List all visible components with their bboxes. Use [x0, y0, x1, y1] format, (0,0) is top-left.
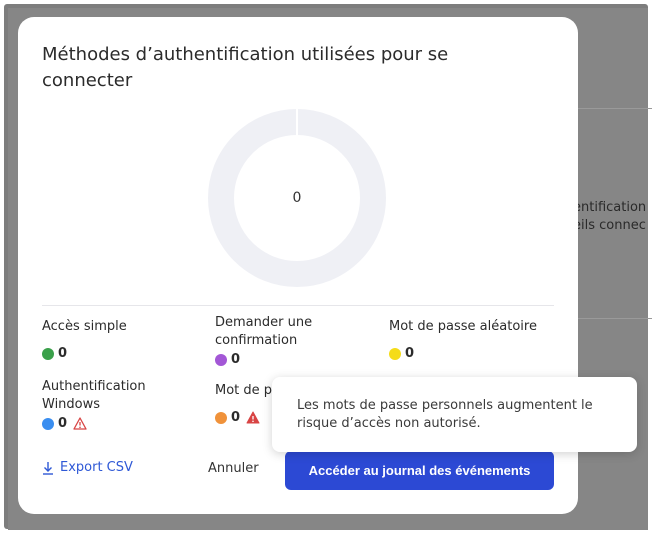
legend-item-authentification-windows: Authentification Windows 0 — [42, 378, 212, 431]
legend-label: Demander une confirmation — [215, 315, 313, 348]
legend-item-acces-simple: Accès simple 0 — [42, 318, 212, 361]
background-text: eils connec — [573, 218, 646, 233]
warning-filled-icon[interactable] — [246, 411, 260, 424]
legend-count: 0 — [58, 346, 68, 361]
legend-value-row: 0 — [42, 346, 212, 361]
warning-icon[interactable] — [73, 417, 87, 430]
yellow-dot-icon — [389, 347, 401, 360]
legend-label: Accès simple — [42, 319, 127, 334]
legend-label: Authentification Windows — [42, 379, 146, 412]
legend-count: 0 — [405, 346, 415, 361]
legend-value-row: 0 — [42, 416, 212, 431]
blue-dot-icon — [42, 417, 54, 430]
warning-tooltip: Les mots de passe personnels augmentent … — [272, 377, 637, 452]
background-divider — [568, 108, 652, 109]
open-event-log-button[interactable]: Accéder au journal des événements — [285, 451, 554, 490]
legend-divider — [42, 305, 554, 306]
donut-center-value: 0 — [292, 190, 302, 206]
dialog-title: Méthodes d’authentification utilisées po… — [42, 44, 449, 91]
background-text: entification — [573, 200, 647, 215]
green-dot-icon — [42, 347, 54, 360]
legend-count: 0 — [231, 410, 241, 425]
download-icon — [43, 461, 53, 475]
purple-dot-icon — [215, 353, 227, 366]
background-divider — [568, 318, 652, 319]
legend-label: Mot de passe aléatoire — [389, 319, 537, 334]
cancel-button[interactable]: Annuler — [208, 461, 259, 476]
legend-count: 0 — [58, 416, 68, 431]
legend-item-mot-de-passe-aleatoire: Mot de passe aléatoire 0 — [389, 318, 559, 361]
legend-item-demander-confirmation: Demander une confirmation 0 — [215, 314, 385, 367]
tooltip-text: Les mots de passe personnels augmentent … — [297, 398, 593, 431]
legend-value-row: 0 — [215, 352, 385, 367]
orange-dot-icon — [215, 411, 227, 424]
legend-count: 0 — [231, 352, 241, 367]
legend-value-row: 0 — [389, 346, 559, 361]
export-csv-label: Export CSV — [60, 460, 133, 475]
export-csv-link[interactable]: Export CSV — [42, 460, 133, 475]
